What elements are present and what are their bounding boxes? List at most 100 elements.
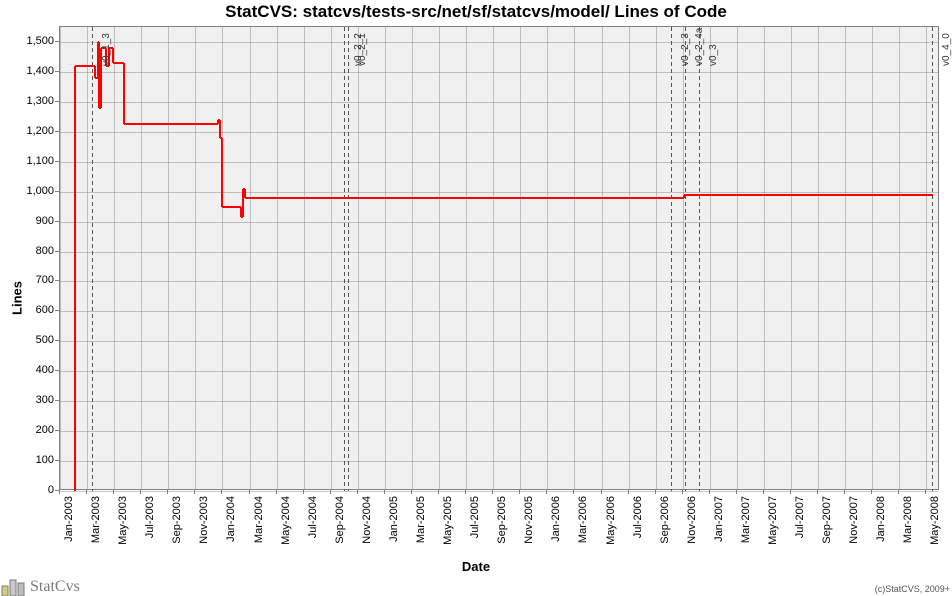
x-tick [411,490,412,494]
grid-line-h [60,42,938,43]
x-tick-label: Mar-2004 [253,496,265,546]
tag-line [671,363,672,367]
tag-line [348,132,349,136]
tag-line [671,97,672,101]
tag-line [92,440,93,444]
tag-line [348,307,349,311]
tag-line [932,321,933,325]
tag-line [92,55,93,59]
tag-line [685,237,686,241]
x-tick-label: Mar-2005 [415,496,427,546]
tag-line [344,27,345,31]
x-tick [817,490,818,494]
tag-line [685,279,686,283]
tag-line [671,405,672,409]
tag-line [348,272,349,276]
tag-line [92,461,93,465]
tag-line [685,174,686,178]
tag-line [932,139,933,143]
tag-line [699,97,700,101]
tag-line [348,475,349,479]
tag-line [348,230,349,234]
tag-line [348,468,349,472]
tag-line [344,454,345,458]
tag-line [348,363,349,367]
tag-line [344,174,345,178]
tag-line [671,146,672,150]
tag-line [348,321,349,325]
tag-line [92,90,93,94]
tag-line [344,188,345,192]
tag-line [671,272,672,276]
x-tick-label: Nov-2006 [686,496,698,546]
tag-line [671,349,672,353]
tag-line [348,447,349,451]
y-tick [55,41,59,42]
tag-line [92,314,93,318]
tag-line [685,412,686,416]
tag-line [348,335,349,339]
tag-line [344,76,345,80]
tag-line [92,27,93,31]
tag-line [671,55,672,59]
tag-line [344,300,345,304]
tag-line [344,307,345,311]
tag-line [671,321,672,325]
tag-line [92,97,93,101]
grid-line-v [60,27,61,489]
tag-line [92,412,93,416]
tag-line [699,321,700,325]
tag-line [92,160,93,164]
x-tick-label: Jul-2007 [794,496,806,546]
tag-line [344,363,345,367]
tag-line [699,363,700,367]
tag-line [932,83,933,87]
tag-line [685,468,686,472]
grid-line-v [412,27,413,489]
tag-line [348,139,349,143]
x-tick-label: Sep-2005 [496,496,508,546]
tag-line [671,132,672,136]
grid-line-v [87,27,88,489]
tag-line [699,405,700,409]
tag-line [699,209,700,213]
tag-line [685,27,686,31]
tag-line [932,405,933,409]
tag-line [92,293,93,297]
tag-line [344,153,345,157]
tag-line [344,293,345,297]
x-tick-label: Sep-2007 [821,496,833,546]
tag-line [344,41,345,45]
tag-line [348,251,349,255]
tag-line [671,468,672,472]
tag-line [348,160,349,164]
x-tick [384,490,385,494]
grid-line-v [764,27,765,489]
tag-line [671,153,672,157]
tag-line [932,132,933,136]
tag-line [344,104,345,108]
tag-line [685,132,686,136]
tag-line [671,181,672,185]
tag-line [671,188,672,192]
credit-text: (c)StatCVS, 2009+ [875,584,950,594]
x-tick-label: May-2007 [767,496,779,546]
tag-line [348,265,349,269]
grid-line-v [791,27,792,489]
tag-line [932,475,933,479]
tag-line [685,405,686,409]
tag-line [92,321,93,325]
tag-line [344,62,345,66]
grid-line-h [60,371,938,372]
tag-line [92,83,93,87]
tag-line [671,370,672,374]
tag-line [348,342,349,346]
tag-line [699,426,700,430]
tag-line [671,230,672,234]
tag-line [92,307,93,311]
tag-line [671,48,672,52]
tag-line [699,342,700,346]
tag-label: v0_3 [708,44,719,66]
tag-line [671,209,672,213]
tag-line [932,433,933,437]
